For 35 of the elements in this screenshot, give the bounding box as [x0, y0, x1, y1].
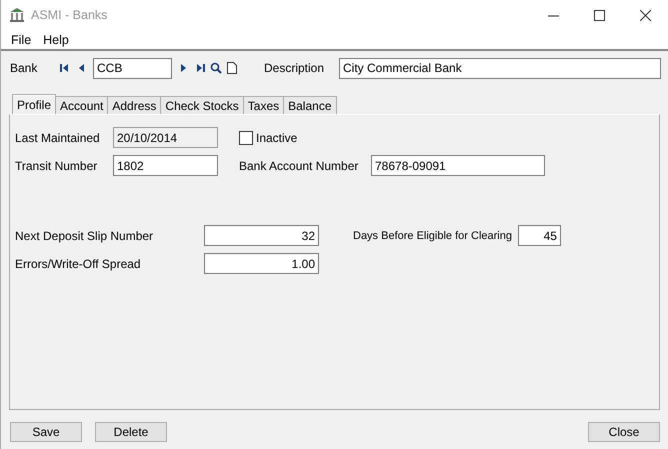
bank-label: Bank [10, 61, 38, 75]
tab[interactable]: Account [55, 96, 108, 114]
transit-number-field[interactable]: 1802 [113, 155, 218, 176]
action-button[interactable]: Delete [95, 422, 167, 442]
bank-account-number-field[interactable]: 78678-09091 [371, 155, 545, 176]
description-field[interactable]: City Commercial Bank [339, 58, 661, 78]
search-icon[interactable] [210, 61, 222, 75]
field-label: Days Before Eligible for Clearing [353, 230, 512, 242]
new-document-icon[interactable] [226, 61, 238, 75]
tab[interactable]: Balance [283, 96, 336, 114]
field-label: Next Deposit Slip Number [15, 228, 154, 242]
close-icon[interactable] [640, 10, 650, 20]
field-label: Transit Number [15, 158, 98, 172]
clearing-days-field[interactable]: 45 [518, 225, 561, 246]
first-record-icon[interactable] [59, 61, 71, 75]
window-title: ASMI - Banks [31, 8, 108, 22]
deposit-slip-field[interactable]: 32 [204, 225, 319, 246]
bank-building-icon [9, 7, 25, 23]
action-button[interactable]: Save [10, 422, 82, 442]
description-label: Description [264, 61, 326, 75]
checkbox-label: Inactive [256, 130, 298, 144]
tab[interactable]: Check Stocks [160, 96, 244, 114]
field-label: Bank Account Number [239, 158, 360, 172]
maximize-icon[interactable] [594, 10, 604, 20]
menu-item[interactable]: File [5, 32, 38, 46]
field-label: Errors/Write-Off Spread [15, 256, 142, 270]
bank-code-field[interactable]: CCB [93, 58, 172, 78]
write-off-spread-field[interactable]: 1.00 [204, 253, 319, 274]
field-label: Last Maintained [15, 130, 101, 144]
menu-item[interactable]: Help [37, 32, 75, 46]
last-record-icon[interactable] [194, 61, 206, 75]
close-form-button[interactable]: Close [588, 422, 660, 442]
tab[interactable]: Profile [12, 94, 56, 114]
tab[interactable]: Taxes [242, 96, 284, 114]
tab[interactable]: Address [107, 96, 162, 114]
